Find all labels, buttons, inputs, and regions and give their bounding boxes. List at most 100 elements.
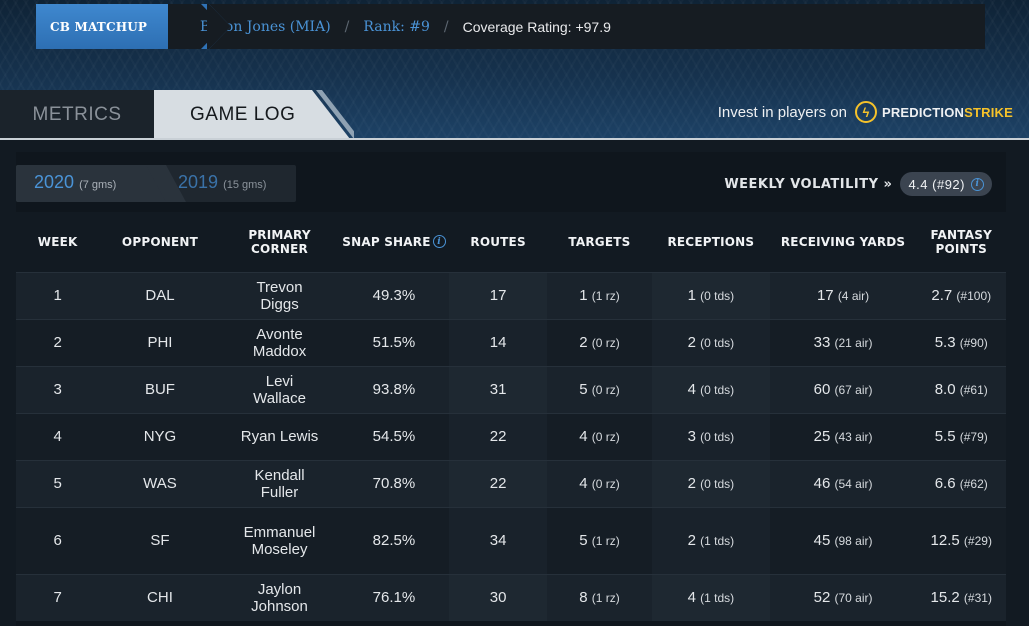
table-row: 2 PHI Avonte Maddox 51.5% 14 2 (0 rz) 2 (0 tds…	[16, 318, 1006, 366]
volatility-label[interactable]: WEEKLY VOLATILITY »	[724, 177, 892, 192]
opponent-cell-value: WAS	[143, 475, 177, 492]
fantasy-points-cell-value: 5.5	[934, 428, 956, 445]
info-icon[interactable]: i	[432, 235, 446, 249]
opponent-cell-value: PHI	[147, 334, 173, 351]
corner-cell: Ryan Lewis	[220, 412, 339, 460]
targets-cell-value: 1	[579, 287, 588, 304]
table-header-row: WEEK OPPONENT PRIMARY CORNER SNAP SHARE i…	[16, 212, 1006, 272]
routes-cell-value: 22	[489, 428, 507, 445]
col-snap-share[interactable]: SNAP SHARE i	[338, 212, 450, 272]
snap-share-cell-value: 76.1%	[372, 589, 416, 607]
opponent-cell: SF	[99, 506, 221, 574]
col-fantasy-points[interactable]: FANTASY POINTS	[916, 212, 1006, 272]
col-receptions[interactable]: RECEPTIONS	[652, 212, 770, 272]
fantasy-points-cell-value: 2.7	[931, 287, 953, 304]
corner-cell: Avonte Maddox	[220, 318, 339, 366]
fantasy-points-cell: 5.3 (#90)	[916, 318, 1006, 366]
opponent-cell: NYG	[99, 412, 221, 460]
breadcrumb-home[interactable]: CB MATCHUP	[36, 4, 168, 49]
tab-metrics[interactable]: METRICS	[0, 90, 154, 139]
snap-share-cell-value: 54.5%	[372, 428, 416, 445]
game-log-table: WEEK OPPONENT PRIMARY CORNER SNAP SHARE i…	[16, 212, 1006, 621]
fantasy-points-cell: 8.0 (#61)	[916, 365, 1006, 413]
fantasy-points-cell-value: 6.6	[934, 475, 956, 492]
fantasy-points-cell: 15.2 (#31)	[916, 573, 1006, 621]
yards-cell-value: 52	[813, 589, 831, 607]
fantasy-points-cell-detail: (#61)	[959, 383, 988, 397]
targets-cell: 5 (0 rz)	[546, 365, 653, 413]
receptions-cell-detail: (0 tds)	[700, 477, 735, 491]
breadcrumb-separator: /	[344, 18, 350, 35]
fantasy-points-cell-value: 5.3	[934, 334, 956, 351]
receptions-cell: 4 (0 tds)	[652, 365, 770, 413]
corner-cell-value: Emmanuel Moseley	[243, 523, 316, 558]
snap-share-cell-value: 82.5%	[372, 532, 416, 549]
tab-bar: METRICS GAME LOG	[0, 90, 360, 139]
table-row: 7 CHI Jaylon Johnson 76.1% 30 8 (1 rz) 4 (1 td…	[16, 573, 1006, 621]
week-cell-value: 7	[53, 589, 62, 607]
yards-cell-value: 33	[813, 334, 831, 351]
receptions-cell-value: 2	[687, 334, 696, 351]
yards-cell-value: 45	[813, 532, 831, 549]
receptions-cell: 1 (0 tds)	[652, 271, 770, 319]
fantasy-points-cell-value: 12.5	[930, 532, 960, 549]
season-games: (7 gms)	[79, 179, 117, 191]
receptions-cell: 2 (0 tds)	[652, 318, 770, 366]
week-cell: 6	[16, 506, 100, 574]
invest-banner[interactable]: Invest in players on ϟ PREDICTIONSTRIKE	[718, 99, 1013, 125]
receptions-cell-value: 2	[687, 532, 696, 549]
routes-cell-value: 31	[489, 381, 507, 398]
yards-cell-detail: (98 air)	[834, 534, 873, 548]
week-cell: 2	[16, 318, 100, 366]
breadcrumb-home-label: CB MATCHUP	[50, 19, 148, 34]
fantasy-points-cell-detail: (#100)	[956, 289, 992, 303]
snap-share-cell: 70.8%	[338, 459, 450, 507]
yards-cell-detail: (67 air)	[834, 383, 873, 397]
fantasy-points-cell-value: 8.0	[934, 381, 956, 398]
tab-label: METRICS	[32, 103, 122, 125]
table-row: 5 WAS Kendall Fuller 70.8% 22 4 (0 rz) 2 (0 td…	[16, 459, 1006, 507]
snap-share-cell: 49.3%	[338, 271, 450, 319]
tab-game-log[interactable]: GAME LOG	[154, 90, 354, 139]
col-receiving-yards[interactable]: RECEIVING YARDS	[769, 212, 917, 272]
routes-cell: 30	[449, 573, 547, 621]
opponent-cell: WAS	[99, 459, 221, 507]
opponent-cell-value: BUF	[144, 381, 175, 398]
corner-cell-value: Trevon Diggs	[256, 278, 303, 313]
season-2020[interactable]: 2020 (7 gms)	[34, 172, 116, 193]
routes-cell: 22	[449, 412, 547, 460]
breadcrumb-rank[interactable]: Rank: #9	[363, 19, 430, 35]
col-primary-corner[interactable]: PRIMARY CORNER	[220, 212, 339, 272]
receptions-cell: 3 (0 tds)	[652, 412, 770, 460]
routes-cell-value: 34	[489, 532, 507, 549]
routes-cell: 31	[449, 365, 547, 413]
targets-cell-value: 8	[579, 589, 588, 607]
week-cell: 4	[16, 412, 100, 460]
receptions-cell-detail: (0 tds)	[700, 289, 735, 303]
fantasy-points-cell-value: 15.2	[930, 589, 960, 607]
yards-cell: 46 (54 air)	[769, 459, 917, 507]
fantasy-points-cell-detail: (#79)	[959, 430, 988, 444]
col-targets[interactable]: TARGETS	[546, 212, 653, 272]
receptions-cell: 2 (1 tds)	[652, 506, 770, 574]
brand-logo: PREDICTIONSTRIKE	[881, 104, 1013, 120]
col-week[interactable]: WEEK	[16, 212, 100, 272]
col-opponent[interactable]: OPPONENT	[99, 212, 221, 272]
receptions-cell: 2 (0 tds)	[652, 459, 770, 507]
snap-share-cell-value: 70.8%	[372, 475, 416, 492]
opponent-cell-value: SF	[150, 532, 170, 549]
col-routes[interactable]: ROUTES	[449, 212, 547, 272]
targets-cell-detail: (0 rz)	[591, 336, 620, 350]
yards-cell-detail: (4 air)	[837, 289, 870, 303]
season-year: 2019	[178, 172, 219, 192]
receptions-cell-value: 2	[687, 475, 696, 492]
breadcrumb: CB MATCHUP Byron Jones (MIA) / Rank: #9 …	[36, 4, 985, 49]
volatility-value: 4.4 (#92)	[908, 176, 965, 192]
snap-share-cell: 76.1%	[338, 573, 450, 621]
targets-cell: 2 (0 rz)	[546, 318, 653, 366]
info-icon[interactable]: i	[971, 177, 984, 191]
season-2019[interactable]: 2019 (15 gms)	[178, 172, 266, 193]
targets-cell-detail: (1 rz)	[591, 289, 620, 303]
opponent-cell: DAL	[99, 271, 221, 319]
invest-text: Invest in players on	[717, 103, 847, 121]
